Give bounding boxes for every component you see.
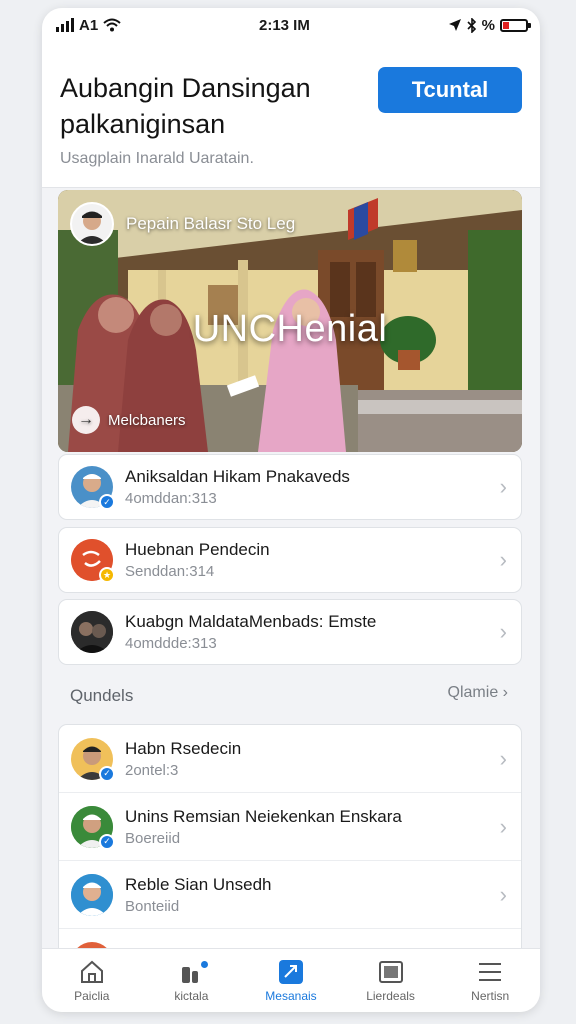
notification-dot [199,960,209,969]
featured-author-name: Pepain Balasr Sto Leg [126,214,296,233]
tab-label: Lierdeals [366,988,415,1003]
media-icon [378,959,404,985]
signal-icon [56,18,74,32]
tab-label: Nertisn [471,988,510,1003]
list-item-subtitle: Bonteiid [125,897,180,915]
page-subtitle: Usagplain Inarald Uaratain. [60,150,254,167]
wifi-icon [103,18,121,32]
avatar [71,873,113,916]
status-left: A1 [56,17,121,34]
location-icon [448,19,461,31]
list-item-title: Huebnan Pendecin [125,540,270,559]
list-item[interactable]: ✓ Aniksaldan Hikam Pnakaveds 4omddan:313… [58,454,522,520]
list-item[interactable]: Kuabgn MaldataMenbads: Emste 4omddde:313… [58,599,522,665]
status-bar: A1 2:13 IM % [42,8,540,42]
phone-screen: A1 2:13 IM % Aubangin Dansingan palkanig… [42,8,540,1012]
list-item-title: Aniksaldan Hikam Pnakaveds [125,467,350,486]
list-item-text: Unins Remsian Neiekenkan Enskara Boereii… [125,807,500,847]
clock: 2:13 IM [258,16,310,34]
tab-media[interactable]: Lierdeals [341,949,441,1012]
list-item-text: Reble Sian Unsedh Bonteiid [125,875,500,915]
section-link-label: Qlamie [447,684,499,701]
primary-action-button[interactable]: Tcuntal [378,67,522,113]
list-item-title: Unins Remsian Neiekenkan Enskara [125,806,402,826]
featured-author: Pepain Balasr Sto Leg [70,202,295,246]
menu-icon [477,959,503,985]
list-item[interactable]: ★ Huebnan Pendecin Senddan:314 › [58,527,522,593]
chevron-right-icon: › [502,684,508,701]
home-icon [79,959,105,985]
tab-home[interactable]: Paiclia [42,949,142,1012]
list-item[interactable]: ✓ Unins Remsian Neiekenkan Enskara Boere… [59,793,521,861]
list-item-subtitle: 2ontel:3 [125,761,179,779]
avatar [71,611,113,653]
page-header: Aubangin Dansingan palkaniginsan Tcuntal… [42,42,540,188]
chevron-right-icon: › [499,745,507,771]
list-item-title: Kuabgn MaldataMenbads: Emste [125,612,377,631]
avatar: ★ [71,539,115,583]
avatar: ✓ [71,737,115,782]
tab-label: Paiclia [74,988,110,1003]
verified-icon: ✓ [99,494,115,510]
list-item-text: Kuabgn MaldataMenbads: Emste 4omddde:313 [125,612,500,652]
featured-more-link[interactable]: → Melcbaners [72,406,186,434]
list-item[interactable]: Reble Sian Unsedh Bonteiid › [59,861,521,929]
list-item-title: Habn Rsedecin [125,738,242,758]
chevron-right-icon: › [499,547,507,572]
verified-icon: ✓ [99,833,115,850]
star-badge-icon: ★ [99,567,115,583]
list-item-subtitle: Boereiid [125,829,181,847]
list-item-text: Huebnan Pendecin Senddan:314 [125,540,500,580]
bluetooth-icon [467,17,476,33]
send-icon [278,959,304,985]
author-avatar [70,202,114,246]
avatar: ✓ [71,466,115,510]
featured-caption: UNCHenial [192,308,388,350]
tab-apps[interactable]: kictala [142,949,242,1012]
arrow-right-icon: → [72,406,100,434]
featured-more-label: Melcbaners [108,411,186,429]
chevron-right-icon: › [499,619,507,644]
status-right: % [448,16,531,34]
chevron-right-icon: › [499,881,507,907]
featured-post-card[interactable]: Pepain Balasr Sto Leg UNCHenial → Melcba… [58,190,522,452]
list-item-subtitle: 4omddde:313 [125,635,217,652]
verified-icon: ✓ [99,765,115,782]
grouped-list: ✓ Habn Rsedecin 2ontel:3 › ✓ Unins Remsi… [58,724,522,964]
list-item-subtitle: Senddan:314 [125,563,215,580]
list-item-text: Habn Rsedecin 2ontel:3 [125,739,500,779]
tab-label: kictala [174,988,209,1003]
section-title: Qundels [70,686,134,705]
list-item[interactable]: ✓ Habn Rsedecin 2ontel:3 › [59,725,521,793]
section-see-all-link[interactable]: Qlamie › [448,684,508,702]
chevron-right-icon: › [499,474,507,499]
tab-messages[interactable]: Mesanais [241,949,341,1012]
tab-menu[interactable]: Nertisn [440,949,540,1012]
list-item-text: Aniksaldan Hikam Pnakaveds 4omddan:313 [125,467,500,507]
list-item-subtitle: 4omddan:313 [125,490,217,507]
bottom-tab-bar: Paiclia kictala Mesanais Lierdeals Nerti… [42,948,540,1012]
battery-percent: % [481,16,495,34]
carrier-label: A1 [79,16,99,34]
tab-label: Mesanais [265,988,317,1003]
avatar: ✓ [71,805,115,850]
list-item-title: Reble Sian Unsedh [125,874,272,894]
battery-icon [499,18,531,32]
chevron-right-icon: › [499,813,507,839]
page-title: Aubangin Dansingan palkaniginsan [60,73,311,139]
